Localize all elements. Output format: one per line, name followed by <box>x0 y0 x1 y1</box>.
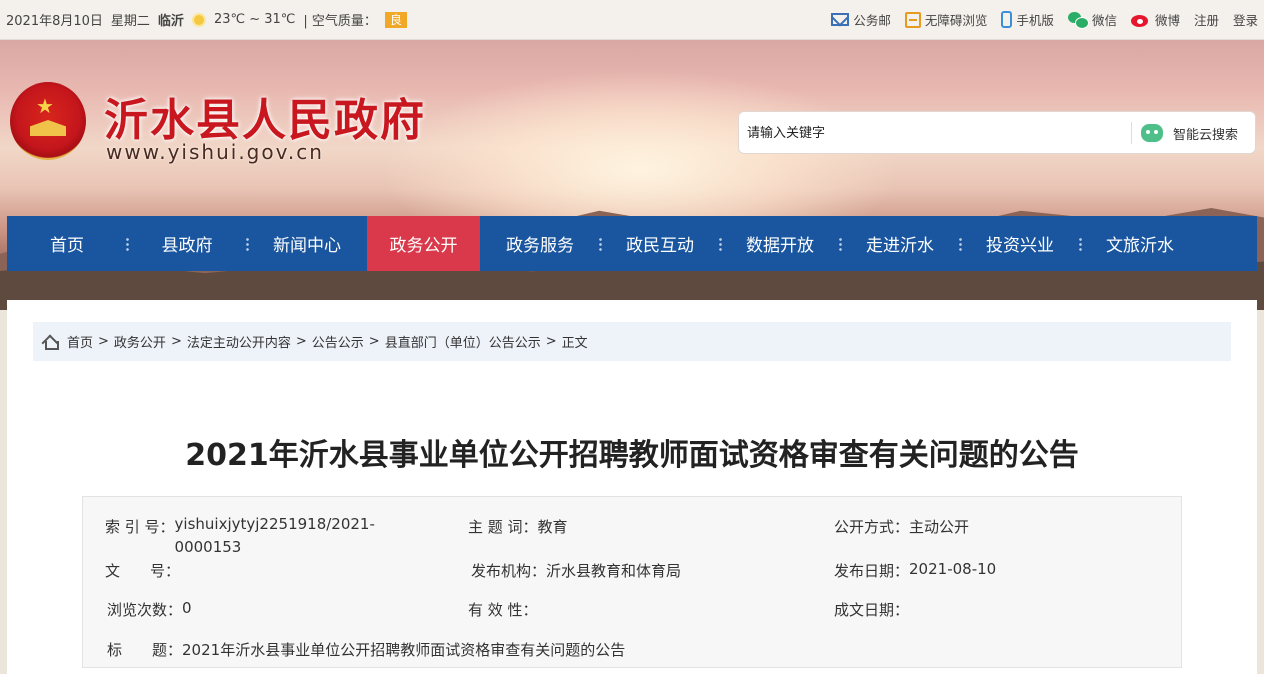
nav-item-gov-affairs-open[interactable]: 政务公开 <box>367 216 480 271</box>
smart-search-button[interactable]: 智能云搜索 <box>1141 122 1238 144</box>
national-emblem-icon: ★ <box>10 82 86 160</box>
meta-index-value: yishuixjytyj2251918/2021-0000153 <box>174 515 375 556</box>
date-text: 2021年8月10日 <box>6 14 103 29</box>
nav-item-interaction[interactable]: 政民互动 <box>600 216 722 271</box>
search-input[interactable] <box>747 122 1127 144</box>
breadcrumb-gov-affairs[interactable]: 政务公开 <box>114 332 166 351</box>
nav-item-culture-tourism[interactable]: 文旅沂水 <box>1080 216 1200 271</box>
weibo-icon <box>1130 12 1151 27</box>
air-quality-badge: 良 <box>384 11 407 28</box>
main-nav: 首页 县政府 新闻中心 政务公开 政务服务 政民互动 数据开放 走进沂水 投资兴… <box>7 216 1257 271</box>
nav-item-county-gov[interactable]: 县政府 <box>127 216 249 271</box>
meta-date: 发布日期： 2021-08-10 <box>834 560 997 580</box>
mail-link[interactable]: 公务邮 <box>831 10 891 29</box>
search-box: 智能云搜索 <box>738 111 1256 154</box>
city-text: 临沂 <box>157 14 184 29</box>
top-bar: 2021年8月10日 星期二 临沂 23℃ ~ 31℃ | 空气质量： 良 公务… <box>0 0 1264 40</box>
mail-icon <box>831 13 850 26</box>
mobile-label: 手机版 <box>1016 13 1054 28</box>
top-links: 公务邮 无障碍浏览 手机版 微信 微博 注册 登录 <box>817 10 1258 29</box>
robot-icon <box>1141 124 1163 142</box>
breadcrumb-dept-notices[interactable]: 县直部门（单位）公告公示 <box>385 332 541 351</box>
breadcrumb-current: 正文 <box>561 336 588 351</box>
meta-subject: 主 题 词： 教育 <box>468 518 568 536</box>
phone-icon <box>1001 11 1013 28</box>
meta-org: 发布机构： 沂水县教育和体育局 <box>471 562 682 580</box>
meta-index: 索 引 号： yishuixjytyj2251918/2021-0000153 <box>105 513 385 559</box>
mobile-link[interactable]: 手机版 <box>1001 10 1054 29</box>
accessible-label: 无障碍浏览 <box>924 13 988 28</box>
login-link[interactable]: 登录 <box>1233 10 1258 29</box>
meta-made-date: 成文日期： <box>834 601 910 619</box>
search-divider <box>1131 122 1132 144</box>
nav-item-investment[interactable]: 投资兴业 <box>960 216 1082 271</box>
meta-method: 公开方式： 主动公开 <box>834 518 970 536</box>
accessible-link[interactable]: 无障碍浏览 <box>904 10 988 29</box>
breadcrumb-home[interactable]: 首页 <box>67 332 93 351</box>
nav-item-news[interactable]: 新闻中心 <box>247 216 367 271</box>
nav-item-home[interactable]: 首页 <box>7 216 129 271</box>
register-link[interactable]: 注册 <box>1194 10 1219 29</box>
weekday-text: 星期二 <box>110 14 150 29</box>
site-url: www.yishui.gov.cn <box>106 140 324 164</box>
air-quality-label: | 空气质量： <box>303 14 377 29</box>
sunny-weather-icon <box>191 12 206 27</box>
breadcrumb: 首页 > 政务公开 > 法定主动公开内容 > 公告公示 > 县直部门（单位）公告公示 > … <box>33 322 1231 361</box>
accessibility-icon <box>904 11 921 28</box>
breadcrumb-notices[interactable]: 公告公示 <box>312 332 364 351</box>
nav-item-gov-service[interactable]: 政务服务 <box>480 216 602 271</box>
article-title: 2021年沂水县事业单位公开招聘教师面试资格审查有关问题的公告 <box>185 438 1079 473</box>
site-title[interactable]: 沂水县人民政府 <box>104 84 426 148</box>
meta-doc-number: 文 号： <box>105 562 181 580</box>
metadata-table: 索 引 号： yishuixjytyj2251918/2021-0000153 … <box>82 496 1182 668</box>
breadcrumb-statutory[interactable]: 法定主动公开内容 <box>187 332 291 351</box>
meta-title: 标 题： 2021年沂水县事业单位公开招聘教师面试资格审查有关问题的公告 <box>107 641 626 659</box>
home-icon <box>43 335 59 350</box>
weibo-label: 微博 <box>1154 13 1180 28</box>
wechat-label: 微信 <box>1091 13 1117 28</box>
mail-label: 公务邮 <box>853 13 891 28</box>
temperature-text: 23℃ ~ 31℃ <box>213 12 296 27</box>
weibo-link[interactable]: 微博 <box>1130 10 1180 29</box>
smart-search-label: 智能云搜索 <box>1173 127 1239 143</box>
meta-views: 浏览次数： 0 <box>107 599 192 619</box>
date-weather: 2021年8月10日 星期二 临沂 23℃ ~ 31℃ | 空气质量： 良 <box>6 10 415 29</box>
wechat-link[interactable]: 微信 <box>1067 10 1117 29</box>
wechat-icon <box>1067 11 1089 29</box>
meta-validity: 有 效 性： <box>468 601 538 619</box>
nav-item-open-data[interactable]: 数据开放 <box>720 216 842 271</box>
nav-item-about-yishui[interactable]: 走进沂水 <box>840 216 962 271</box>
